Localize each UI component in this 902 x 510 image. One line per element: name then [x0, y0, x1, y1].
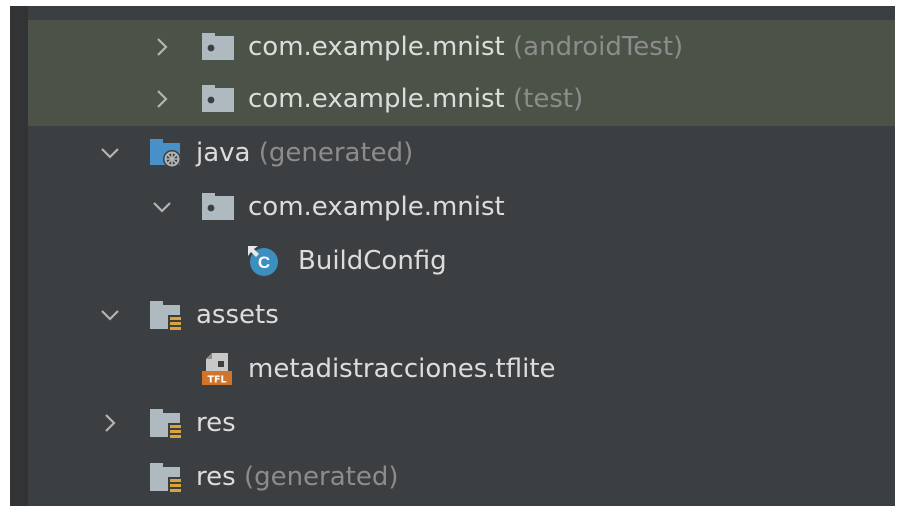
tree-row-label: java (generated)	[196, 126, 413, 180]
chevron-down-icon[interactable]	[98, 141, 122, 165]
tflite-file-icon: TFL	[202, 353, 232, 386]
resource-folder-icon	[150, 409, 182, 439]
node-name: res	[196, 462, 236, 492]
node-name: assets	[196, 300, 279, 330]
tree-row-label: com.example.mnist (androidTest)	[248, 20, 683, 74]
svg-text:TFL: TFL	[207, 375, 226, 386]
tree-row-label: com.example.mnist (test)	[248, 72, 583, 126]
package-icon	[202, 193, 234, 220]
node-suffix: (generated)	[243, 462, 399, 492]
chevron-down-icon[interactable]	[150, 195, 174, 219]
tree-row-java-generated[interactable]: java (generated)	[10, 126, 895, 180]
node-name: java	[196, 138, 251, 168]
tree-row-label: com.example.mnist	[248, 180, 505, 234]
panel-gutter	[10, 6, 28, 506]
tree-row-res-generated[interactable]: res (generated)	[10, 450, 895, 504]
package-icon	[202, 85, 234, 112]
tree-row-label: res (generated)	[196, 450, 399, 504]
resource-folder-icon	[150, 301, 182, 331]
chevron-right-icon[interactable]	[150, 87, 174, 111]
svg-text:C: C	[258, 253, 270, 272]
tree-row-label: res	[196, 396, 236, 450]
tree-row-tflite-file[interactable]: TFL metadistracciones.tflite	[10, 342, 895, 396]
tree-row-mnist-package[interactable]: com.example.mnist	[10, 180, 895, 234]
chevron-right-icon[interactable]	[150, 35, 174, 59]
node-name: metadistracciones.tflite	[248, 354, 556, 384]
chevron-down-icon[interactable]	[98, 303, 122, 327]
node-suffix: (generated)	[258, 138, 414, 168]
chevron-right-icon[interactable]	[98, 411, 122, 435]
tree-row-androidtest-package[interactable]: com.example.mnist (androidTest)	[10, 20, 895, 74]
tree-row-assets[interactable]: assets	[10, 288, 895, 342]
node-name: com.example.mnist	[248, 32, 505, 62]
tree-row-label: BuildConfig	[298, 234, 447, 288]
node-name: com.example.mnist	[248, 192, 505, 222]
package-icon	[202, 33, 234, 60]
generated-source-folder-icon	[150, 139, 181, 168]
project-tree-panel: com.example.mnist (androidTest) com.exam…	[10, 6, 895, 506]
resource-folder-icon	[150, 463, 182, 493]
class-icon: C	[248, 246, 278, 276]
node-name: com.example.mnist	[248, 84, 505, 114]
tree-row-label: metadistracciones.tflite	[248, 342, 556, 396]
tree-row-buildconfig[interactable]: C BuildConfig	[10, 234, 895, 288]
node-name: BuildConfig	[298, 246, 447, 276]
tree-row-test-package[interactable]: com.example.mnist (test)	[10, 72, 895, 126]
node-name: res	[196, 408, 236, 438]
tree-row-label: assets	[196, 288, 279, 342]
tree-row-res[interactable]: res	[10, 396, 895, 450]
node-suffix: (test)	[513, 84, 584, 114]
node-suffix: (androidTest)	[513, 32, 684, 62]
